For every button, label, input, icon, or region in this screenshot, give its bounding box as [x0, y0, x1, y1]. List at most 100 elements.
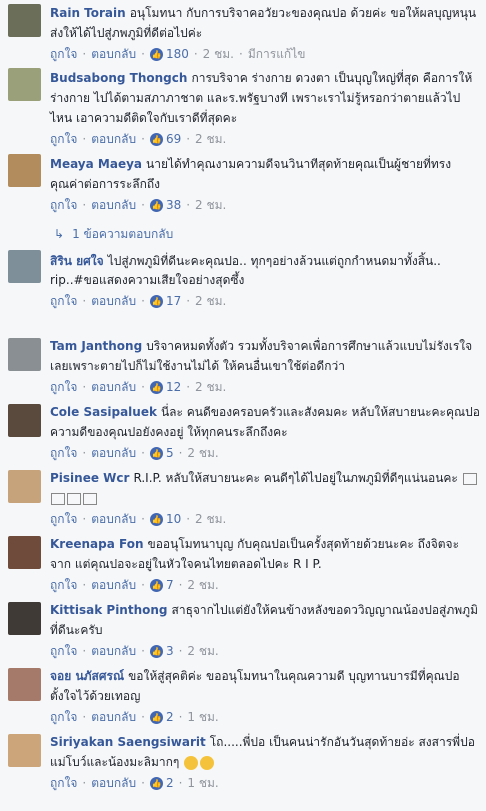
comment-text: ไปสู่ภพภูมิที่ดีนะคะคุณปอ.. ทุกๆอย่างล้ว… — [50, 254, 441, 287]
commenter-name[interactable]: Cole Sasipaluek — [50, 405, 157, 419]
like-button[interactable]: ถูกใจ — [50, 378, 77, 397]
separator: · — [141, 198, 145, 212]
like-count-value: 38 — [165, 198, 182, 212]
timestamp[interactable]: 2 ชม. — [203, 45, 234, 64]
comment-actions: ถูกใจ · ตอบกลับ · 👍 12 · 2 ชม. — [50, 376, 480, 398]
separator: · — [141, 578, 145, 592]
avatar[interactable] — [8, 4, 41, 37]
reply-button[interactable]: ตอบกลับ — [91, 576, 136, 595]
like-count[interactable]: 👍 5 — [149, 446, 174, 460]
like-count-value: 12 — [165, 380, 182, 394]
reply-button[interactable]: ตอบกลับ — [91, 292, 136, 311]
reply-button[interactable]: ตอบกลับ — [91, 642, 136, 661]
like-button[interactable]: ถูกใจ — [50, 774, 77, 793]
separator: · — [178, 446, 183, 460]
like-button[interactable]: ถูกใจ — [50, 708, 77, 727]
like-count[interactable]: 👍 2 — [149, 710, 174, 724]
like-button[interactable]: ถูกใจ — [50, 292, 77, 311]
timestamp[interactable]: 1 ชม. — [187, 774, 218, 793]
commenter-name[interactable]: Meaya Maeya — [50, 157, 142, 171]
avatar[interactable] — [8, 470, 41, 503]
reply-button[interactable]: ตอบกลับ — [91, 510, 136, 529]
timestamp[interactable]: 2 ชม. — [187, 444, 218, 463]
commenter-name[interactable]: Siriyakan Saengsiwarit — [50, 735, 206, 749]
timestamp[interactable]: 1 ชม. — [187, 708, 218, 727]
like-button[interactable]: ถูกใจ — [50, 510, 77, 529]
reply-button[interactable]: ตอบกลับ — [91, 45, 136, 64]
avatar[interactable] — [8, 338, 41, 371]
edited-label[interactable]: มีการแก้ไข — [248, 45, 306, 64]
view-replies-link[interactable]: ↳ 1 ข้อความตอบกลับ — [0, 222, 486, 246]
like-button[interactable]: ถูกใจ — [50, 576, 77, 595]
avatar[interactable] — [8, 404, 41, 437]
like-count[interactable]: 👍 2 — [149, 776, 174, 790]
reply-button[interactable]: ตอบกลับ — [91, 130, 136, 149]
reply-button[interactable]: ตอบกลับ — [91, 444, 136, 463]
avatar[interactable] — [8, 536, 41, 569]
like-button[interactable]: ถูกใจ — [50, 444, 77, 463]
like-button[interactable]: ถูกใจ — [50, 130, 77, 149]
timestamp[interactable]: 2 ชม. — [195, 130, 226, 149]
like-count[interactable]: 👍 7 — [149, 578, 174, 592]
reply-button[interactable]: ตอบกลับ — [91, 378, 136, 397]
like-count[interactable]: 👍 69 — [149, 132, 181, 146]
comment-actions: ถูกใจ · ตอบกลับ · 👍 2 · 1 ชม. — [50, 706, 480, 728]
commenter-name[interactable]: จอย นภัสศรณ์ — [50, 669, 124, 683]
avatar[interactable] — [8, 68, 41, 101]
thumbs-up-icon: 👍 — [149, 294, 163, 308]
commenter-name[interactable]: Kittisak Pinthong — [50, 603, 168, 617]
comment-body: จอย นภัสศรณ์ ขอให้สู่สุคติค่ะ ขออนุโมทนาใ… — [50, 666, 480, 706]
separator: · — [82, 380, 87, 394]
like-button[interactable]: ถูกใจ — [50, 642, 77, 661]
like-count[interactable]: 👍 180 — [149, 47, 189, 61]
commenter-name[interactable]: Tam Janthong — [50, 339, 142, 353]
comment-body: Kittisak Pinthong สาธุจากไปแต่ยังให้คนข้า… — [50, 600, 480, 640]
comment-actions: ถูกใจ · ตอบกลับ · 👍 69 · 2 ชม. — [50, 128, 480, 150]
commenter-name[interactable]: สิริน ยศใจ — [50, 254, 104, 268]
comment-body: Cole Sasipaluek นี่ละ คนดีของครอบครัวและส… — [50, 402, 480, 442]
avatar[interactable] — [8, 734, 41, 767]
reply-button[interactable]: ตอบกลับ — [91, 774, 136, 793]
reply-button[interactable]: ตอบกลับ — [91, 196, 136, 215]
commenter-name[interactable]: Budsabong Thongch — [50, 71, 187, 85]
like-button[interactable]: ถูกใจ — [50, 45, 77, 64]
like-button[interactable]: ถูกใจ — [50, 196, 77, 215]
avatar[interactable] — [8, 250, 41, 283]
timestamp[interactable]: 2 ชม. — [187, 576, 218, 595]
comment-actions: ถูกใจ · ตอบกลับ · 👍 38 · 2 ชม. — [50, 194, 480, 216]
like-count[interactable]: 👍 17 — [149, 294, 181, 308]
timestamp[interactable]: 2 ชม. — [195, 510, 226, 529]
reply-arrow-icon: ↳ — [54, 227, 65, 241]
avatar[interactable] — [8, 602, 41, 635]
separator: · — [82, 294, 87, 308]
comment-actions: ถูกใจ · ตอบกลับ · 👍 7 · 2 ชม. — [50, 574, 480, 596]
timestamp[interactable]: 2 ชม. — [195, 196, 226, 215]
thumbs-up-icon: 👍 — [149, 776, 163, 790]
avatar[interactable] — [8, 668, 41, 701]
timestamp[interactable]: 2 ชม. — [195, 378, 226, 397]
timestamp[interactable]: 2 ชม. — [187, 642, 218, 661]
commenter-name[interactable]: Pisinee Wcr — [50, 471, 129, 485]
like-count[interactable]: 👍 38 — [149, 198, 182, 212]
comment: Budsabong Thongch การบริจาค ร่างกาย ดวงตา… — [0, 64, 486, 150]
comment-body: Meaya Maeya นายได้ทำคุณงามความดีจนวินาทีส… — [50, 154, 480, 194]
comment-actions: ถูกใจ · ตอบกลับ · 👍 17 · 2 ชม. — [50, 290, 480, 312]
comment-body: Kreenapa Fon ขออนุโมทนาบุญ กับคุณปอเป็นคร… — [50, 534, 480, 574]
view-replies-label[interactable]: 1 ข้อความตอบกลับ — [72, 225, 173, 244]
crying-face-icon — [184, 755, 199, 770]
separator: · — [186, 294, 191, 308]
like-count-value: 7 — [165, 578, 174, 592]
like-count[interactable]: 👍 12 — [149, 380, 182, 394]
separator: · — [141, 47, 145, 61]
separator: · — [186, 132, 191, 146]
comment-actions: ถูกใจ · ตอบกลับ · 👍 2 · 1 ชม. — [50, 772, 480, 794]
like-count[interactable]: 👍 10 — [149, 512, 181, 526]
separator: · — [141, 644, 145, 658]
commenter-name[interactable]: Rain Torain — [50, 6, 126, 20]
comment-body: Tam Janthong บริจาคหมดทั้งตัว รวมทั้งบริจ… — [50, 336, 480, 376]
reply-button[interactable]: ตอบกลับ — [91, 708, 136, 727]
timestamp[interactable]: 2 ชม. — [195, 292, 226, 311]
like-count[interactable]: 👍 3 — [149, 644, 174, 658]
avatar[interactable] — [8, 154, 41, 187]
commenter-name[interactable]: Kreenapa Fon — [50, 537, 144, 551]
